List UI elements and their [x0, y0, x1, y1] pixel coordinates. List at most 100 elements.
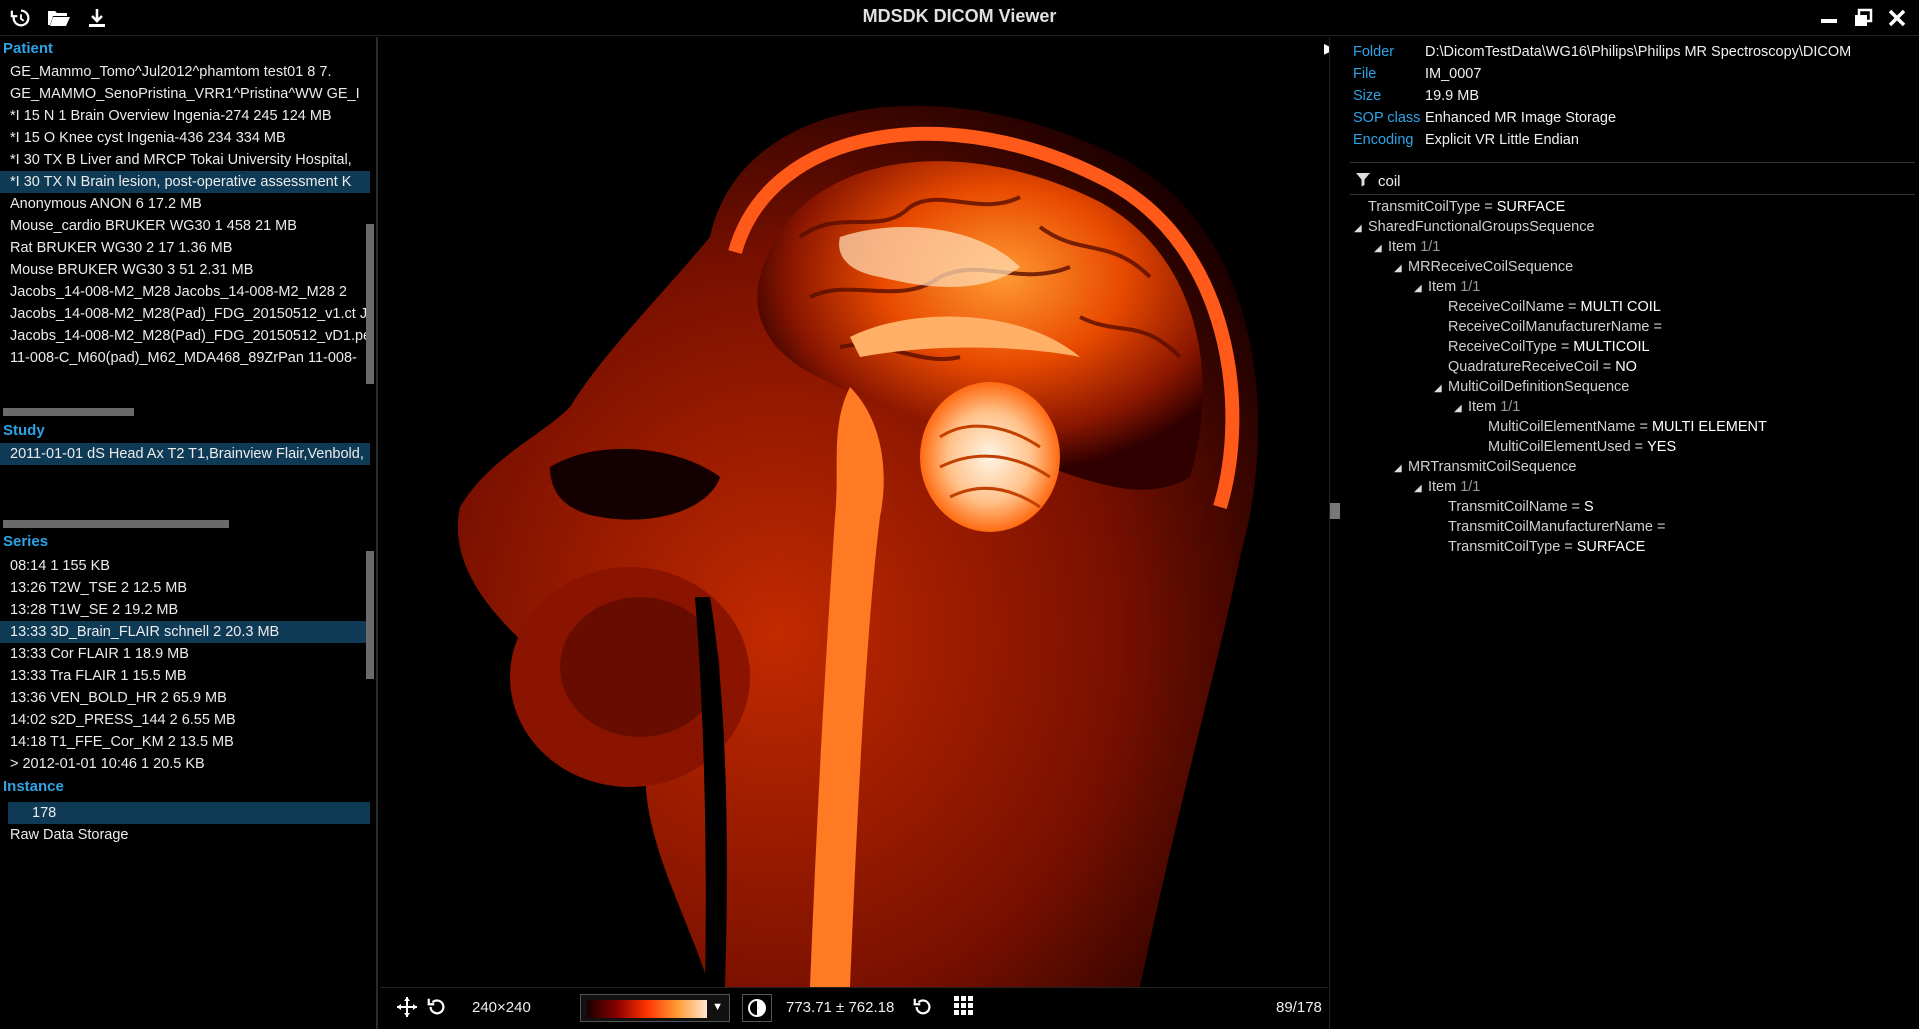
tree-node[interactable]: TransmitCoilType = SURFACE [1434, 537, 1645, 557]
series-scrollbar-v[interactable] [366, 551, 374, 679]
tree-node[interactable]: MultiCoilElementName = MULTI ELEMENT [1474, 417, 1767, 437]
expand-toggle-icon[interactable]: ◢ [1434, 379, 1448, 399]
tree-node[interactable]: MultiCoilElementUsed = YES [1474, 437, 1676, 457]
tree-node[interactable]: ReceiveCoilName = MULTI COIL [1434, 297, 1661, 317]
tree-key: ReceiveCoilManufacturerName [1448, 319, 1650, 335]
study-scrollbar-h[interactable] [3, 520, 229, 528]
patient-row[interactable]: GE_Mammo_Tomo^Jul2012^phamtom test01 8 7… [0, 61, 370, 83]
tree-node[interactable]: TransmitCoilType = SURFACE [1354, 197, 1565, 217]
tree-key: Item [1428, 279, 1457, 295]
rotate-icon[interactable] [426, 996, 448, 1018]
tree-value: MULTI ELEMENT [1651, 419, 1767, 435]
info-row-encoding: Encoding Explicit VR Little Endian [1353, 129, 1579, 151]
patient-row[interactable]: Jacobs_14-008-M2_M28(Pad)_FDG_20150512_v… [0, 303, 370, 325]
series-row[interactable]: 13:33 Tra FLAIR 1 15.5 MB [0, 665, 370, 687]
patient-row[interactable]: Mouse_cardio BRUKER WG30 1 458 21 MB [0, 215, 370, 237]
info-divider [1350, 162, 1915, 163]
expand-toggle-icon[interactable]: ◢ [1414, 279, 1428, 299]
tree-value: NO [1615, 359, 1637, 375]
grid-icon[interactable] [954, 996, 974, 1016]
patient-row[interactable]: Rat BRUKER WG30 2 17 1.36 MB [0, 237, 370, 259]
instance-row[interactable]: Raw Data Storage [0, 824, 370, 846]
instance-row[interactable]: 178 [8, 802, 370, 824]
series-row[interactable]: 13:33 3D_Brain_FLAIR schnell 2 20.3 MB [0, 621, 370, 643]
patient-row[interactable]: Mouse BRUKER WG30 3 51 2.31 MB [0, 259, 370, 281]
reset-icon[interactable] [912, 996, 934, 1018]
patient-list: GE_Mammo_Tomo^Jul2012^phamtom test01 8 7… [0, 61, 370, 371]
tree-key: TransmitCoilName [1448, 499, 1568, 515]
expand-toggle-icon[interactable]: ◢ [1374, 239, 1388, 259]
panel-splitter[interactable] [1329, 37, 1349, 1029]
patient-header: Patient [3, 40, 54, 57]
tree-key: MultiCoilElementName [1488, 419, 1636, 435]
patient-row[interactable]: 11-008-C_M60(Pad)_M62_MDA468_89ZrPan_201… [0, 369, 370, 371]
tree-equals: = [1656, 519, 1666, 535]
study-row[interactable]: 2011-01-01 dS Head Ax T2 T1,Brainview Fl… [0, 443, 370, 465]
expand-toggle-icon[interactable]: ◢ [1414, 479, 1428, 499]
tree-item-count: 1/1 [1420, 239, 1441, 255]
close-icon[interactable] [1885, 6, 1909, 30]
tree-node[interactable]: ReceiveCoilManufacturerName = [1434, 317, 1666, 337]
series-row[interactable]: > 2012-01-01 10:46 1 20.5 KB [0, 753, 370, 775]
tree-node[interactable]: ◢ Item 1/1 [1454, 397, 1520, 417]
series-row[interactable]: 13:28 T1W_SE 2 19.2 MB [0, 599, 370, 621]
tree-node[interactable]: ◢ MultiCoilDefinitionSequence [1434, 377, 1629, 397]
tree-node[interactable]: ◢ MRTransmitCoilSequence [1394, 457, 1576, 477]
patient-row[interactable]: *I 30 TX B Liver and MRCP Tokai Universi… [0, 149, 370, 171]
tree-node[interactable]: ◢ Item 1/1 [1374, 237, 1440, 257]
tree-value: MULTI COIL [1580, 299, 1661, 315]
filter-input[interactable] [1378, 169, 1898, 193]
tree-equals: = [1571, 499, 1580, 515]
patient-row[interactable]: *I 15 O Knee cyst Ingenia-436 234 334 MB [0, 127, 370, 149]
series-row[interactable]: 08:14 1 155 KB [0, 555, 370, 577]
tree-equals: = [1560, 339, 1570, 355]
patient-row[interactable]: GE_MAMMO_SenoPristina_VRR1^Pristina^WW G… [0, 83, 370, 105]
series-row[interactable]: 13:36 VEN_BOLD_HR 2 65.9 MB [0, 687, 370, 709]
tree-key: Item [1428, 479, 1457, 495]
expand-toggle-icon[interactable]: ◢ [1454, 399, 1468, 419]
tree-key: ReceiveCoilType [1448, 339, 1557, 355]
minimize-icon[interactable] [1817, 6, 1841, 30]
tree-node[interactable]: TransmitCoilName = S [1434, 497, 1594, 517]
tree-key: MRTransmitCoilSequence [1408, 459, 1577, 475]
tree-key: MultiCoilElementUsed [1488, 439, 1631, 455]
filter-divider [1350, 194, 1915, 195]
expand-toggle-icon[interactable]: ◢ [1394, 259, 1408, 279]
series-row[interactable]: 13:33 Cor FLAIR 1 18.9 MB [0, 643, 370, 665]
patient-row[interactable]: Anonymous ANON 6 17.2 MB [0, 193, 370, 215]
patient-scrollbar-v[interactable] [366, 224, 374, 384]
tree-node[interactable]: ◢ SharedFunctionalGroupsSequence [1354, 217, 1595, 237]
tree-node[interactable]: TransmitCoilManufacturerName = [1434, 517, 1669, 537]
mri-image[interactable] [380, 37, 1328, 987]
pan-icon[interactable] [396, 996, 418, 1018]
metadata-panel: Folder D:\DicomTestData\WG16\Philips\Phil… [1350, 37, 1919, 1029]
contrast-icon[interactable] [742, 994, 772, 1022]
patient-row[interactable]: *I 30 TX N Brain lesion, post-operative … [0, 171, 370, 193]
study-list: 2011-01-01 dS Head Ax T2 T1,Brainview Fl… [0, 443, 370, 543]
tree-node[interactable]: ◢ Item 1/1 [1414, 477, 1480, 497]
colormap-select[interactable]: ▼ [580, 994, 730, 1022]
image-viewport[interactable] [380, 37, 1328, 987]
info-row-folder: Folder D:\DicomTestData\WG16\Philips\Phil… [1353, 41, 1851, 63]
patient-row[interactable]: *I 15 N 1 Brain Overview Ingenia-274 245… [0, 105, 370, 127]
filter-icon [1355, 171, 1371, 191]
patient-row[interactable]: Jacobs_14-008-M2_M28 Jacobs_14-008-M2_M2… [0, 281, 370, 303]
expand-toggle-icon[interactable]: ◢ [1354, 219, 1368, 239]
series-row[interactable]: 14:18 T1_FFE_Cor_KM 2 13.5 MB [0, 731, 370, 753]
patient-scrollbar-h[interactable] [3, 408, 134, 416]
series-row[interactable]: 13:26 T2W_TSE 2 12.5 MB [0, 577, 370, 599]
tree-node[interactable]: ReceiveCoilType = MULTICOIL [1434, 337, 1650, 357]
tree-node[interactable]: ◢ Item 1/1 [1414, 277, 1480, 297]
tree-value: SURFACE [1576, 539, 1646, 555]
expand-toggle-icon[interactable]: ◢ [1394, 459, 1408, 479]
tree-key: TransmitCoilType [1368, 199, 1481, 215]
patient-row[interactable]: 11-008-C_M60(pad)_M62_MDA468_89ZrPan 11-… [0, 347, 370, 369]
viewer-toolbar: 240×240 ▼ 773.71 ± 762.18 89/178 [380, 987, 1328, 1027]
tree-node[interactable]: QuadratureReceiveCoil = NO [1434, 357, 1637, 377]
info-row-sop-class: SOP class Enhanced MR Image Storage [1353, 107, 1616, 129]
tree-node[interactable]: ◢ MRReceiveCoilSequence [1394, 257, 1573, 277]
series-row[interactable]: 14:02 s2D_PRESS_144 2 6.55 MB [0, 709, 370, 731]
patient-row[interactable]: Jacobs_14-008-M2_M28(Pad)_FDG_20150512_v… [0, 325, 370, 347]
splitter-grip[interactable] [1330, 503, 1340, 519]
restore-icon[interactable] [1851, 6, 1875, 30]
